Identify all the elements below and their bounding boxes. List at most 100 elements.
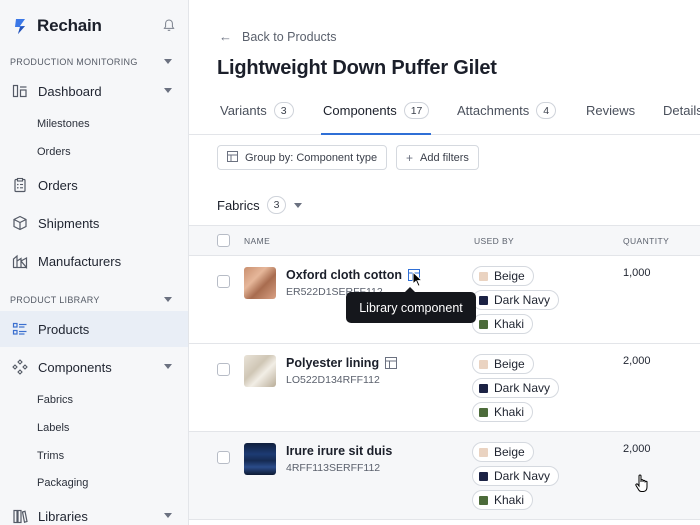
books-icon	[12, 508, 28, 524]
color-swatch	[479, 319, 488, 329]
component-name-text: Polyester lining	[286, 356, 380, 370]
chevron-down-icon[interactable]	[164, 59, 172, 64]
sidebar-item-orders[interactable]: Orders	[0, 167, 188, 203]
color-swatch	[479, 295, 488, 305]
fabric-thumbnail	[244, 267, 276, 299]
select-all-checkbox[interactable]	[217, 234, 230, 247]
variant-chip-beige[interactable]: Beige	[472, 442, 534, 462]
column-header-quantity[interactable]: QUANTITY	[623, 236, 669, 246]
component-code: 4RFF113SERFF112	[286, 462, 381, 474]
component-name[interactable]: Polyester lining	[286, 356, 398, 370]
group-label: Fabrics	[217, 197, 260, 213]
back-link[interactable]: ← Back to Products	[219, 29, 337, 44]
column-header-used-by[interactable]: USED BY	[474, 236, 514, 246]
sidebar-item-label: Components	[38, 359, 112, 375]
sidebar-subitem-milestones[interactable]: Milestones	[37, 118, 90, 130]
chevron-down-icon[interactable]	[294, 202, 303, 208]
variant-chip-dark-navy[interactable]: Dark Navy	[472, 290, 560, 310]
group-by-label: Group by: Component type	[245, 151, 378, 164]
sidebar-item-label: Products	[38, 321, 90, 337]
table-row[interactable]: Polyester lining LO522D134RFF112 Beige D…	[189, 344, 700, 432]
color-swatch	[479, 359, 488, 369]
component-name-text: Irure irure sit duis	[286, 444, 393, 458]
color-swatch	[479, 407, 488, 417]
sidebar-item-dashboard[interactable]: Dashboard	[0, 73, 188, 109]
chip-label: Khaki	[494, 405, 525, 419]
component-name-text: Oxford cloth cotton	[286, 268, 402, 282]
chip-label: Khaki	[494, 317, 525, 331]
row-checkbox[interactable]	[217, 275, 230, 288]
sidebar: Rechain PRODUCTION MONITORING Dashboard …	[0, 0, 189, 525]
table-header: NAME USED BY QUANTITY	[189, 225, 700, 256]
sidebar-item-products[interactable]: Products	[0, 311, 188, 347]
sidebar-item-manufacturers[interactable]: Manufacturers	[0, 243, 188, 279]
library-component-tooltip: Library component	[346, 287, 476, 323]
chip-label: Dark Navy	[494, 293, 551, 307]
sidebar-item-label: Dashboard	[38, 83, 102, 99]
color-swatch	[479, 383, 488, 393]
sidebar-subitem-fabrics[interactable]: Fabrics	[37, 394, 73, 406]
main-content: ← Back to Products Lightweight Down Puff…	[189, 0, 700, 525]
sidebar-subitem-trims[interactable]: Trims	[37, 450, 64, 462]
row-checkbox[interactable]	[217, 451, 230, 464]
chevron-down-icon[interactable]	[164, 364, 172, 369]
group-header-fabrics[interactable]: Fabrics 3	[217, 196, 303, 214]
tab-label: Components	[323, 103, 397, 118]
tab-attachments[interactable]: Attachments 4	[457, 102, 557, 135]
chevron-down-icon[interactable]	[164, 513, 172, 518]
sidebar-item-label: Orders	[38, 177, 78, 193]
fabric-thumbnail	[244, 355, 276, 387]
sidebar-subitem-orders[interactable]: Orders	[37, 146, 71, 158]
chip-label: Dark Navy	[494, 381, 551, 395]
group-count-badge: 3	[266, 196, 287, 214]
add-filters-label: Add filters	[420, 151, 469, 164]
variant-chip-beige[interactable]: Beige	[472, 266, 534, 286]
mouse-pointer-icon	[412, 271, 424, 287]
variant-chip-khaki[interactable]: Khaki	[472, 490, 534, 510]
chip-label: Dark Navy	[494, 469, 551, 483]
sidebar-subitem-packaging[interactable]: Packaging	[37, 477, 88, 489]
rechain-logo-icon	[15, 19, 25, 34]
chevron-down-icon[interactable]	[164, 297, 172, 302]
table-row[interactable]: Irure irure sit duis 4RFF113SERFF112 Bei…	[189, 432, 700, 520]
hand-pointer-icon	[635, 474, 648, 492]
section-product-library: PRODUCT LIBRARY	[10, 295, 100, 305]
sidebar-item-shipments[interactable]: Shipments	[0, 205, 188, 241]
variant-chip-beige[interactable]: Beige	[472, 354, 534, 374]
component-code: LO522D134RFF112	[286, 374, 380, 386]
brand[interactable]: Rechain	[12, 14, 102, 38]
column-header-name[interactable]: NAME	[244, 236, 270, 246]
variant-chip-khaki[interactable]: Khaki	[472, 402, 534, 422]
components-icon	[12, 359, 28, 375]
add-filters-button[interactable]: + Add filters	[396, 145, 479, 170]
tab-details[interactable]: Details	[663, 103, 700, 135]
clipboard-icon	[12, 177, 28, 193]
tab-reviews[interactable]: Reviews	[586, 103, 635, 135]
tab-variants[interactable]: Variants 3	[220, 102, 294, 135]
chip-label: Beige	[494, 357, 525, 371]
back-link-label: Back to Products	[242, 29, 337, 44]
quantity-value: 2,000	[623, 443, 651, 455]
sidebar-item-label: Manufacturers	[38, 253, 122, 269]
variant-chip-khaki[interactable]: Khaki	[472, 314, 534, 334]
group-by-button[interactable]: Group by: Component type	[217, 145, 388, 170]
sidebar-subitem-labels[interactable]: Labels	[37, 422, 69, 434]
chevron-down-icon[interactable]	[164, 88, 172, 93]
row-checkbox[interactable]	[217, 363, 230, 376]
tabs: Variants 3 Components 17 Attachments 4 R…	[189, 95, 700, 135]
bell-icon[interactable]	[163, 19, 175, 32]
variant-chip-dark-navy[interactable]: Dark Navy	[472, 378, 560, 398]
variant-chip-dark-navy[interactable]: Dark Navy	[472, 466, 560, 486]
tab-count-badge: 4	[536, 102, 557, 119]
library-component-icon[interactable]	[385, 357, 398, 369]
page-title: Lightweight Down Puffer Gilet	[217, 57, 497, 79]
plus-icon: +	[406, 150, 414, 165]
component-name[interactable]: Oxford cloth cotton	[286, 268, 420, 282]
tab-components[interactable]: Components 17	[320, 102, 432, 135]
component-name[interactable]: Irure irure sit duis	[286, 444, 392, 458]
quantity-value: 2,000	[623, 355, 651, 367]
sidebar-item-libraries[interactable]: Libraries	[0, 498, 188, 525]
color-swatch	[479, 271, 488, 281]
sidebar-item-components[interactable]: Components	[0, 349, 188, 385]
tab-label: Attachments	[457, 103, 530, 118]
